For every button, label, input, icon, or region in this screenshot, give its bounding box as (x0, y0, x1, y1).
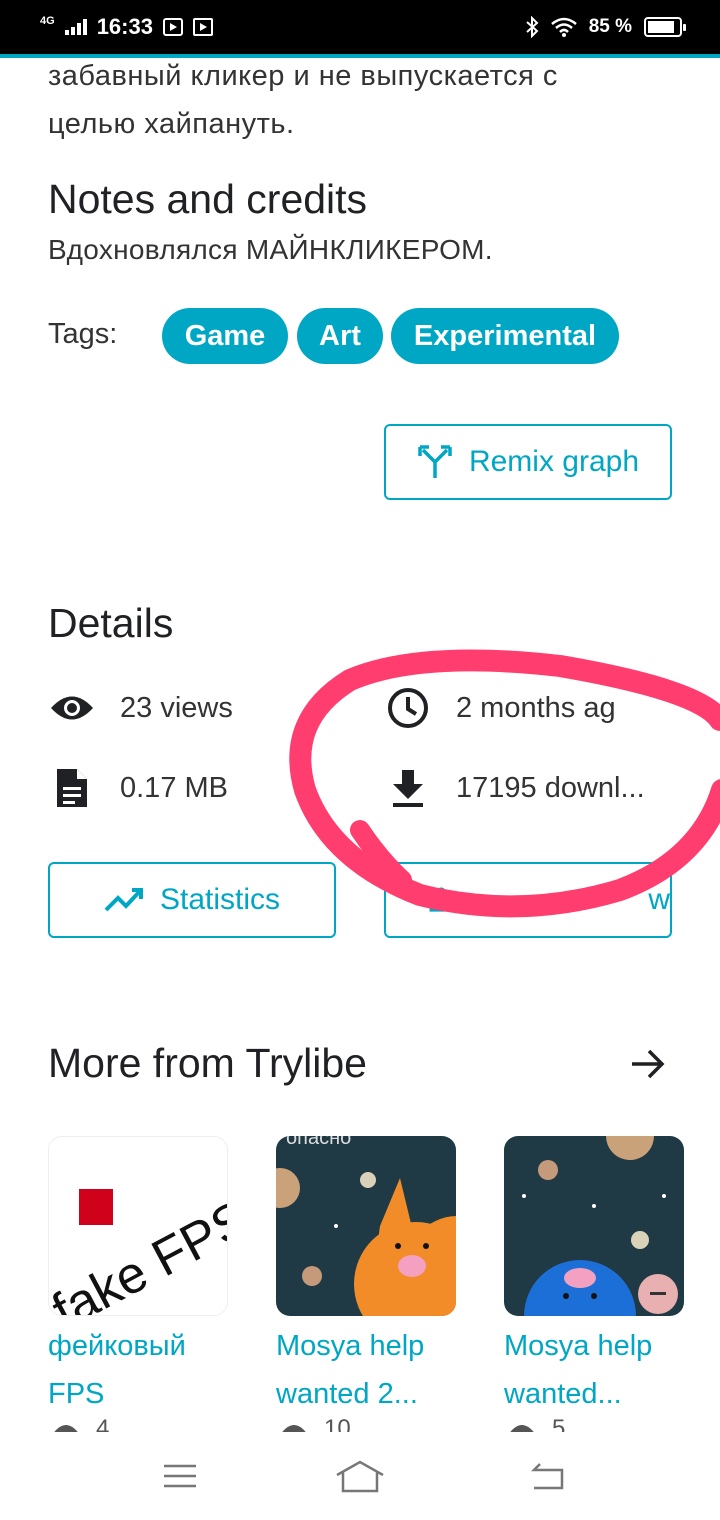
file-size: 0.17 MB (120, 771, 228, 804)
tags-label: Tags: (48, 318, 118, 350)
notes-heading: Notes and credits (48, 176, 368, 222)
views-stat: 23 views (48, 684, 233, 732)
network-type: 4G (40, 15, 55, 27)
remix-graph-label: Remix graph (468, 445, 640, 478)
age-stat: 2 months ag (384, 684, 616, 732)
system-navigation-bar (0, 1432, 720, 1520)
bluetooth-icon (526, 16, 539, 38)
tag-art[interactable]: Art (297, 308, 383, 364)
card-title-line: фейковый (48, 1330, 186, 1362)
thumb-text: fake FPS! (49, 1183, 228, 1316)
battery-percent: 85 % (588, 16, 632, 37)
store-notification-icon (192, 18, 213, 36)
downloads-count: 17195 downl... (456, 771, 645, 804)
secondary-button[interactable]: w (384, 862, 672, 938)
arrow-right-icon[interactable] (624, 1040, 672, 1088)
project-thumbnail[interactable]: fake FPS! (48, 1136, 228, 1316)
tag-experimental[interactable]: Experimental (391, 308, 619, 364)
size-stat: 0.17 MB (48, 764, 228, 812)
card-title-line: wanted 2... (276, 1378, 418, 1410)
home-icon[interactable] (330, 1454, 390, 1498)
card-title[interactable]: фейковый FPS (48, 1322, 228, 1418)
details-heading: Details (48, 600, 174, 646)
card-title[interactable]: Mosya help wanted 2... (276, 1322, 456, 1418)
trending-up-icon (104, 888, 143, 912)
status-bar: 4G 16:33 85 % (0, 0, 720, 58)
project-description: забавный кликер и не выпускается с целью… (48, 52, 688, 148)
more-from-heading: More from Trylibe (48, 1040, 367, 1086)
back-icon[interactable] (518, 1454, 578, 1498)
project-card[interactable]: Mosya help wanted... 5 (504, 1136, 684, 1440)
secondary-button-label: w (648, 883, 670, 916)
remix-icon (418, 445, 452, 478)
description-line: забавный кликер и не выпускается с (48, 60, 558, 92)
menu-icon[interactable] (150, 1454, 210, 1498)
thumb-text: опасно (286, 1136, 351, 1149)
file-icon (48, 764, 96, 812)
notes-text: Вдохновлялся МАЙНКЛИКЕРОМ. (48, 234, 493, 265)
downloads-stat: 17195 downl... (384, 764, 645, 812)
eye-icon (48, 684, 96, 732)
wifi-icon (550, 17, 577, 37)
card-title[interactable]: Mosya help wanted... (504, 1322, 684, 1418)
remix-graph-button[interactable]: Remix graph (384, 424, 672, 500)
signal-icon (64, 19, 87, 35)
card-title-line: wanted... (504, 1378, 622, 1410)
clock-icon (384, 684, 432, 732)
battery-icon (644, 17, 686, 37)
download-icon (384, 764, 432, 812)
card-title-line: FPS (48, 1378, 105, 1410)
statistics-label: Statistics (159, 883, 281, 916)
description-line: целью хайпануть. (48, 108, 295, 140)
views-count: 23 views (120, 691, 233, 724)
card-title-line: Mosya help (504, 1330, 653, 1362)
statistics-button[interactable]: Statistics (48, 862, 336, 938)
youtube-notification-icon (162, 18, 183, 36)
project-thumbnail[interactable]: опасно (276, 1136, 456, 1316)
upload-age: 2 months ag (456, 691, 616, 724)
tag-game[interactable]: Game (162, 308, 288, 364)
project-thumbnail[interactable] (504, 1136, 684, 1316)
project-card[interactable]: опасно Mosya help wanted 2... 10 (276, 1136, 456, 1440)
project-card[interactable]: fake FPS! фейковый FPS 4 (48, 1136, 228, 1440)
clock: 16:33 (96, 14, 153, 39)
card-title-line: Mosya help (276, 1330, 425, 1362)
puzzle-icon (429, 887, 453, 912)
